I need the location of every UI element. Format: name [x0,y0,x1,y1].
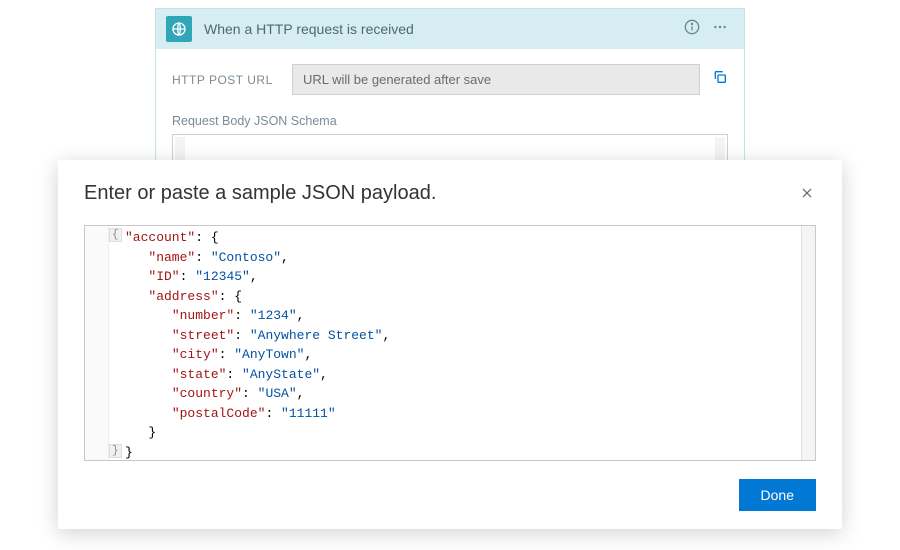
modal-title: Enter or paste a sample JSON payload. [84,182,798,205]
json-value: "Contoso" [211,250,281,265]
json-value: "AnyTown" [234,347,304,362]
json-key: "ID" [148,269,179,284]
json-value: "USA" [258,386,297,401]
url-box: URL will be generated after save [292,64,700,95]
json-key: "account" [125,230,195,245]
json-value: "AnyState" [242,367,320,382]
json-editor[interactable]: { } "account": { "name": "Contoso", "ID"… [84,225,816,461]
json-value: "12345" [195,269,250,284]
trigger-title: When a HTTP request is received [204,21,678,37]
json-key: "postalCode" [172,406,266,421]
trigger-body: HTTP POST URL URL will be generated afte… [156,49,744,174]
trigger-header[interactable]: When a HTTP request is received [156,9,744,49]
json-value: "Anywhere Street" [250,328,383,343]
close-icon[interactable] [798,182,816,207]
editor-scrollbar[interactable] [801,226,815,460]
code-content[interactable]: "account": { "name": "Contoso", "ID": "1… [125,228,797,458]
json-key: "name" [148,250,195,265]
fold-icon[interactable]: } [109,444,122,458]
json-key: "number" [172,308,234,323]
info-icon[interactable] [678,15,706,44]
json-key: "address" [148,289,218,304]
modal-footer: Done [84,479,816,511]
json-key: "city" [172,347,219,362]
modal-header: Enter or paste a sample JSON payload. [84,182,816,207]
schema-label: Request Body JSON Schema [172,114,728,128]
copy-icon[interactable] [700,63,728,96]
url-row: HTTP POST URL URL will be generated afte… [172,63,728,96]
fold-icon[interactable]: { [109,228,122,242]
trigger-card: When a HTTP request is received HTTP POS… [155,8,745,175]
http-request-icon [166,16,192,42]
sample-payload-modal: Enter or paste a sample JSON payload. { … [58,160,842,529]
more-icon[interactable] [706,15,734,44]
json-value: "1234" [250,308,297,323]
json-value: "11111" [281,406,336,421]
url-label: HTTP POST URL [172,73,292,87]
editor-gutter [85,226,109,460]
json-key: "state" [172,367,227,382]
json-key: "country" [172,386,242,401]
json-key: "street" [172,328,234,343]
done-button[interactable]: Done [739,479,816,511]
